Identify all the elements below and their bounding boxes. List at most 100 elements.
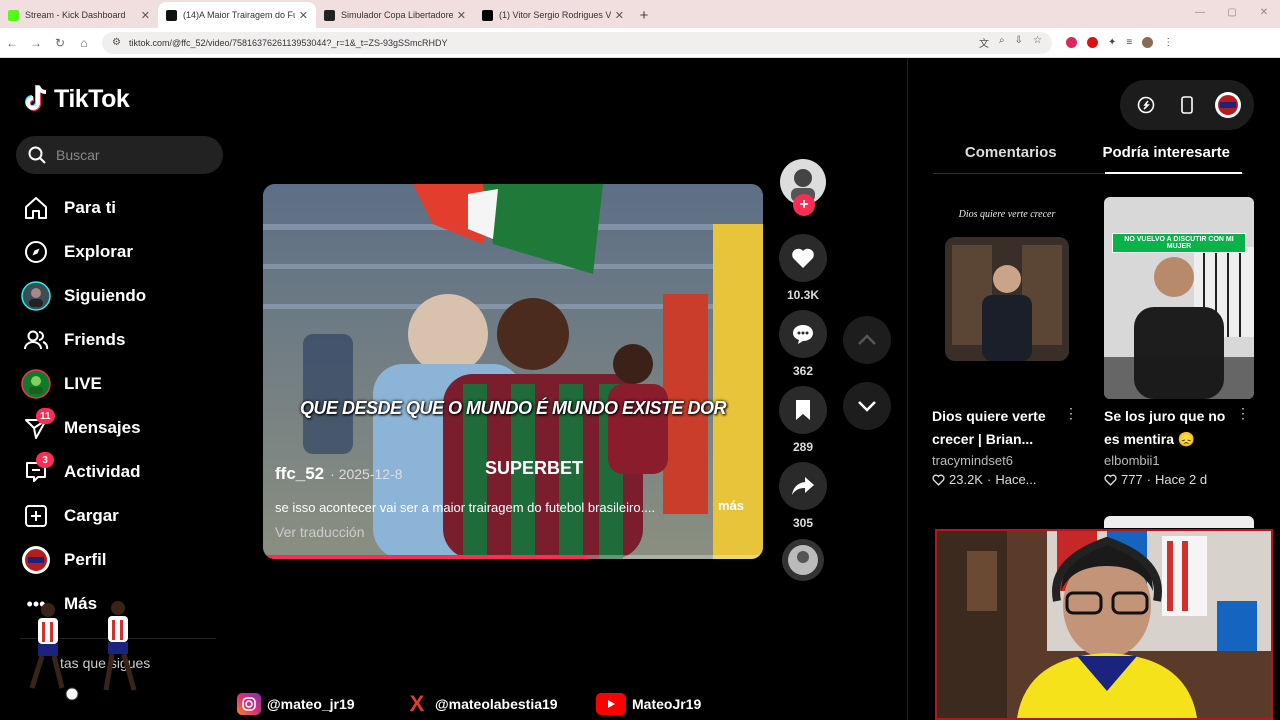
next-video-button[interactable]	[843, 382, 891, 430]
sidebar-item-para-ti[interactable]: Para ti	[20, 186, 220, 230]
install-icon[interactable]: ⇩	[1015, 35, 1023, 50]
heart-icon[interactable]	[779, 234, 827, 282]
video-thumbnail[interactable]: Dios quiere verte crecer	[932, 197, 1082, 399]
author-name: ffc_52	[275, 464, 325, 483]
youtube-handle: MateoJr19	[596, 693, 701, 715]
browser-tab-kick[interactable]: Stream - Kick Dashboard ✕	[0, 2, 158, 28]
save-action[interactable]: 289	[779, 386, 827, 458]
sidebar-item-mensajes[interactable]: 11 Mensajes	[20, 406, 220, 450]
card-likes: 777	[1121, 472, 1143, 487]
heart-outline-icon	[932, 474, 945, 486]
follow-plus-button[interactable]: +	[793, 194, 815, 216]
suggested-video-card[interactable]: Dios quiere verte crecer Dios quiere ver…	[932, 197, 1082, 487]
send-icon: 11	[20, 408, 55, 444]
extension-icon[interactable]	[1066, 37, 1077, 48]
previous-video-button[interactable]	[843, 316, 891, 364]
back-icon[interactable]: ←	[0, 36, 24, 50]
close-window-icon[interactable]: ✕	[1248, 0, 1280, 28]
sidebar-item-label: Actividad	[64, 462, 141, 481]
share-icon[interactable]	[779, 462, 827, 510]
sidebar-item-explorar[interactable]: Explorar	[20, 230, 220, 274]
user-avatar[interactable]	[1214, 91, 1242, 119]
card-menu-icon[interactable]: ⋮	[1064, 405, 1078, 422]
right-panel-tabs: Comentarios Podría interesarte	[933, 138, 1244, 174]
sidebar-item-cargar[interactable]: Cargar	[20, 494, 220, 538]
site-info-icon[interactable]: ⚙	[112, 37, 121, 48]
tab-title: (14)A Maior Trairagem do Futeb	[183, 10, 295, 20]
more-link[interactable]: más	[718, 498, 744, 513]
close-tab-icon[interactable]: ✕	[615, 9, 624, 22]
browser-tab-strip: Stream - Kick Dashboard ✕ (14)A Maior Tr…	[0, 0, 1280, 28]
card-author[interactable]: elbombii1	[1104, 453, 1254, 468]
sidebar-item-actividad[interactable]: 3 Actividad	[20, 450, 220, 494]
sidebar-item-label: Para ti	[64, 198, 116, 217]
social-handles-overlay: @mateo_jr19 X @mateolabestia19 MateoJr19	[0, 688, 930, 720]
tab-podria-interesarte[interactable]: Podría interesarte	[1089, 138, 1245, 174]
video-progress-bar[interactable]	[267, 555, 759, 559]
like-count: 10.3K	[786, 288, 820, 302]
tab-title: Stream - Kick Dashboard	[25, 10, 126, 20]
tab-comentarios[interactable]: Comentarios	[933, 138, 1089, 173]
new-tab-button[interactable]: +	[632, 2, 656, 28]
bookmark-icon[interactable]	[779, 386, 827, 434]
comment-action[interactable]: 362	[779, 310, 827, 382]
translate-icon[interactable]: 文	[979, 35, 989, 50]
device-icon[interactable]	[1173, 91, 1201, 119]
puzzle-icon[interactable]: ✦	[1108, 37, 1116, 48]
sidebar-item-perfil[interactable]: Perfil	[20, 538, 220, 582]
x-favicon-icon	[482, 9, 493, 21]
translate-link[interactable]: Ver traducción	[275, 524, 365, 540]
sidebar-item-live[interactable]: LIVE	[20, 362, 220, 406]
comment-icon[interactable]	[779, 310, 827, 358]
sidebar-item-friends[interactable]: Friends	[20, 318, 220, 362]
card-title[interactable]: Dios quiere verte crecer | Brian...	[932, 405, 1082, 451]
maximize-icon[interactable]: ▢	[1216, 0, 1248, 28]
music-disc[interactable]	[781, 538, 825, 582]
url-field[interactable]: ⚙ tiktok.com/@ffc_52/video/7581637626113…	[102, 31, 1052, 54]
profile-avatar[interactable]	[1142, 37, 1154, 48]
search-box[interactable]	[16, 136, 223, 174]
menu-kebab-icon[interactable]: ⋮	[1163, 37, 1173, 48]
sidebar-item-label: Siguiendo	[64, 286, 147, 305]
browser-tab-x[interactable]: (1) Vitor Sergio Rodrigues VSR ✕	[474, 2, 632, 28]
tab-title: (1) Vitor Sergio Rodrigues VSR	[499, 10, 611, 20]
like-action[interactable]: 10.3K	[779, 234, 827, 306]
video-description: se isso acontecer vai ser a maior traira…	[275, 500, 656, 515]
instagram-text: @mateo_jr19	[267, 696, 355, 712]
creator-avatar[interactable]: +	[779, 158, 827, 216]
x-text: @mateolabestia19	[435, 696, 558, 712]
minimize-icon[interactable]: —	[1184, 0, 1216, 28]
card-author[interactable]: tracymindset6	[932, 453, 1082, 468]
save-count: 289	[792, 440, 814, 454]
sidebar-item-siguiendo[interactable]: Siguiendo	[20, 274, 220, 318]
youtube-icon	[596, 693, 626, 715]
close-tab-icon[interactable]: ✕	[299, 9, 308, 22]
home-icon	[20, 192, 52, 224]
share-action[interactable]: 305	[779, 462, 827, 534]
video-overlay-caption: QUE DESDE QUE O MUNDO É MUNDO EXISTE DOR	[299, 398, 727, 418]
bookmark-star-icon[interactable]: ☆	[1033, 35, 1042, 50]
opera-extension-icon[interactable]	[1087, 37, 1098, 48]
video-thumbnail[interactable]: NO VUELVO A DISCUTIR CON MI MUJER	[1104, 197, 1254, 399]
close-tab-icon[interactable]: ✕	[141, 9, 150, 22]
search-input[interactable]	[56, 147, 206, 163]
card-menu-icon[interactable]: ⋮	[1236, 405, 1250, 422]
youtube-text: MateoJr19	[632, 696, 702, 712]
window-controls: — ▢ ✕	[1184, 0, 1280, 28]
close-tab-icon[interactable]: ✕	[457, 9, 466, 22]
x-logo-icon: X	[409, 691, 425, 716]
video-player[interactable]: SUPERBET QUE DESDE QUE O MUNDO É MUNDO E…	[263, 184, 763, 559]
suggested-video-card[interactable]: NO VUELVO A DISCUTIR CON MI MUJER Se los…	[1104, 197, 1254, 487]
home-icon[interactable]: ⌂	[72, 36, 96, 50]
media-icon[interactable]: ≡	[1126, 37, 1132, 48]
tiktok-logo[interactable]: TikTok	[24, 84, 130, 114]
coin-icon[interactable]	[1132, 91, 1160, 119]
browser-tab-simulador[interactable]: Simulador Copa Libertadores 2 ✕	[316, 2, 474, 28]
reload-icon[interactable]: ↻	[48, 36, 72, 50]
browser-tab-tiktok[interactable]: (14)A Maior Trairagem do Futeb ✕	[158, 2, 316, 28]
forward-icon[interactable]: →	[24, 36, 48, 50]
video-author[interactable]: ffc_52 · 2025-12-8	[275, 464, 403, 484]
following-avatar	[20, 280, 52, 312]
zoom-icon[interactable]: ⌕	[999, 35, 1005, 50]
card-title[interactable]: Se los juro que no es mentira 😞	[1104, 405, 1254, 451]
